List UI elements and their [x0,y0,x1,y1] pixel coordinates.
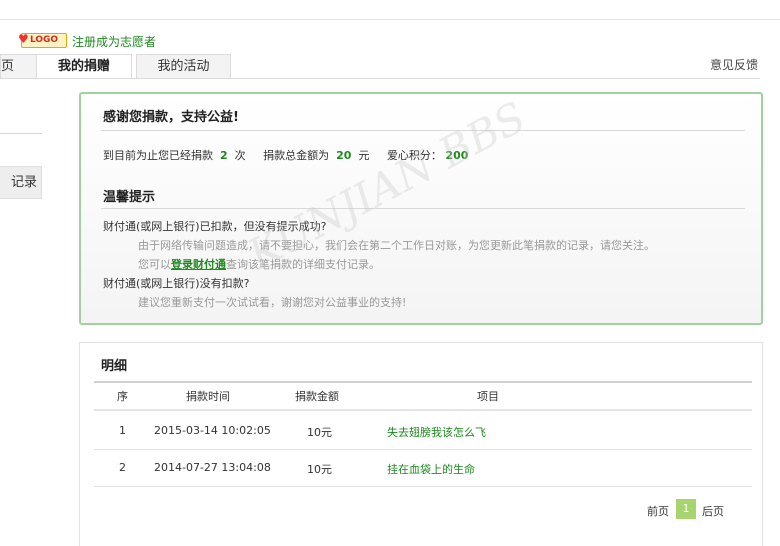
feedback-link[interactable]: 意见反馈 [710,56,758,73]
total-unit: 元 [358,149,370,162]
points-label: 爱心积分： [386,149,442,162]
column-header-no: 序 [117,390,128,403]
tabs-divider [0,78,760,79]
sidebar-divider [0,133,42,134]
row-divider [94,486,752,487]
tip-answer-1: 由于网络传输问题造成，请不要担心，我们会在第二个工作日对账，为您更新此笔捐款的记… [138,239,655,252]
thanks-divider [101,130,745,131]
row-1-project-link[interactable]: 失去翅膀我该怎么飞 [387,424,486,440]
login-tenpay-link[interactable]: 登录财付通 [171,258,226,271]
row-2-amount: 10元 [307,463,332,476]
donation-stats: 到目前为止您已经捐款 2 次 捐款总金额为 20 元 爱心积分： 200 [103,147,468,163]
sidebar-item-label: 记录 [10,175,37,190]
row-1-time: 2015-03-14 10:02:05 [154,424,271,437]
column-header-amount: 捐款金额 [295,390,339,403]
tip-answer-2-prefix: 您可以 [138,258,171,271]
row-2-no: 2 [119,461,126,474]
detail-title: 明细 [101,359,128,374]
total-label: 捐款总金额为 [263,149,330,162]
pager-current-page[interactable]: 1 [676,499,696,519]
row-divider [94,449,752,450]
row-1-amount: 10元 [307,426,332,439]
pager-prev-button[interactable]: 前页 [647,503,669,519]
love-points: 200 [445,149,469,162]
detail-panel: 明细 序 捐款时间 捐款金额 项目 1 2015-03-14 10:02:05 … [79,342,763,546]
table-header-top-line [94,381,752,383]
stats-prefix: 到目前为止您已经捐款 [103,149,213,162]
tab-previous[interactable]: 页 [0,54,37,78]
heart-icon: ♥ [18,32,29,46]
table-header-bottom-line [94,409,752,411]
row-1-no: 1 [119,424,126,437]
donation-total: 20 [336,149,352,162]
row-2-time: 2014-07-27 13:04:08 [154,461,271,474]
tab-my-donations[interactable]: 我的捐赠 [36,54,132,79]
column-header-project: 项目 [477,390,499,403]
thanks-title: 感谢您捐款，支持公益! [103,110,239,125]
tip-answer-2-suffix: 查询该笔捐款的详细支付记录。 [226,258,380,271]
thanks-panel: 感谢您捐款，支持公益! 到目前为止您已经捐款 2 次 捐款总金额为 20 元 爱… [79,92,763,325]
pager-next-button[interactable]: 后页 [702,503,724,519]
tip-question-2: 财付通(或网上银行)没有扣款? [103,277,250,290]
tip-answer-2: 您可以登录财付通查询该笔捐款的详细支付记录。 [138,256,380,272]
tips-divider [101,208,745,209]
tip-question-1: 财付通(或网上银行)已扣款，但没有提示成功? [103,220,327,233]
row-2-project-link[interactable]: 挂在血袋上的生命 [387,461,475,477]
top-divider [0,19,780,20]
volunteer-logo: ♥ LOGO [18,32,67,48]
logo-text: LOGO [29,35,59,45]
tips-title: 温馨提示 [103,190,156,205]
tab-my-activities[interactable]: 我的活动 [136,54,231,78]
count-unit: 次 [234,149,246,162]
donation-count: 2 [220,149,228,162]
tip-answer-3: 建议您重新支付一次试试看，谢谢您对公益事业的支持! [138,296,407,309]
column-header-time: 捐款时间 [186,390,230,403]
sidebar-item-records[interactable]: 记录 [0,166,42,199]
register-volunteer-link[interactable]: 注册成为志愿者 [72,33,156,50]
